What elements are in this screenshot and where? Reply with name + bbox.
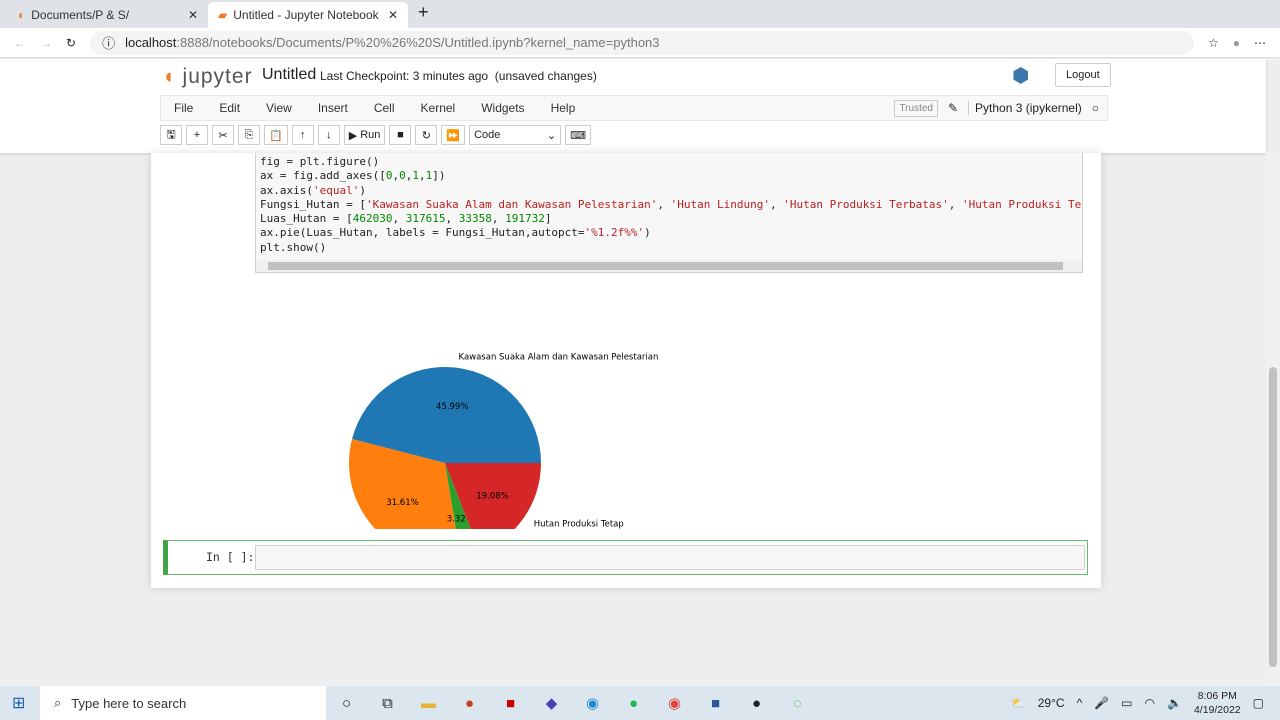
menu-cell[interactable]: Cell bbox=[361, 101, 408, 115]
command-palette-button[interactable]: ⌨ bbox=[565, 125, 591, 145]
trusted-badge[interactable]: Trusted bbox=[894, 99, 938, 117]
weather-icon[interactable]: ⛅ bbox=[1011, 696, 1026, 710]
pie-pct-label: 31.61% bbox=[386, 498, 418, 508]
volume-icon[interactable]: 🔈 bbox=[1167, 696, 1182, 710]
loading-app-icon[interactable]: ◌ bbox=[777, 695, 818, 712]
pie-category-label: Kawasan Suaka Alam dan Kawasan Pelestari… bbox=[459, 352, 659, 362]
menu-view[interactable]: View bbox=[253, 101, 305, 115]
file-explorer-icon[interactable]: ▬ bbox=[408, 695, 449, 712]
notebook-page: ◖ jupyter Untitled Last Checkpoint: 3 mi… bbox=[0, 59, 1266, 686]
notifications-icon[interactable]: ▢ bbox=[1253, 696, 1264, 710]
wifi-icon[interactable]: ◠ bbox=[1145, 696, 1155, 710]
chevron-down-icon: ⌄ bbox=[546, 129, 557, 142]
page-scrollbar[interactable] bbox=[1266, 152, 1280, 686]
scrollbar-thumb[interactable] bbox=[268, 262, 1063, 270]
reload-icon[interactable]: ↻ bbox=[66, 36, 76, 50]
menu-insert[interactable]: Insert bbox=[305, 101, 361, 115]
notebook-title[interactable]: Untitled bbox=[262, 66, 316, 84]
screen-recorder-icon[interactable]: ■ bbox=[490, 695, 531, 712]
forward-icon[interactable]: → bbox=[40, 36, 52, 50]
microphone-icon[interactable]: 🎤 bbox=[1094, 696, 1109, 710]
menu-widgets[interactable]: Widgets bbox=[468, 101, 537, 115]
menu-kernel[interactable]: Kernel bbox=[408, 101, 469, 115]
info-icon: ⓘ bbox=[102, 36, 116, 51]
powerpoint-icon[interactable]: ● bbox=[449, 695, 490, 712]
temperature[interactable]: 29°C bbox=[1038, 696, 1065, 710]
checkpoint-status: Last Checkpoint: 3 minutes ago (unsaved … bbox=[320, 69, 597, 83]
cell-prompt: In [ ]: bbox=[206, 550, 255, 564]
cell-input[interactable] bbox=[255, 545, 1085, 570]
pie-pct-label: 45.99% bbox=[436, 402, 468, 412]
move-down-button[interactable]: ↓ bbox=[317, 125, 340, 145]
address-bar-row: ← → ↻ ⓘ localhost:8888/notebooks/Document… bbox=[0, 28, 1280, 58]
browser-tab[interactable]: ◐ Documents/P & S/✕ bbox=[8, 2, 208, 28]
task-view-icon[interactable]: ⧉ bbox=[367, 695, 408, 712]
chrome-icon[interactable]: ◉ bbox=[654, 694, 695, 712]
restart-run-all-button[interactable]: ⏩ bbox=[441, 125, 466, 145]
chevron-up-icon[interactable]: ^ bbox=[1077, 696, 1083, 710]
clock[interactable]: 8:06 PM 4/19/2022 bbox=[1194, 689, 1241, 717]
kernel-name: Python 3 (ipykernel) bbox=[968, 101, 1082, 115]
more-icon[interactable]: ⋯ bbox=[1254, 36, 1266, 50]
empty-code-cell[interactable]: In [ ]: bbox=[163, 540, 1088, 575]
pie-pct-label: 19.08% bbox=[476, 491, 508, 501]
app-icon[interactable]: ◆ bbox=[531, 694, 572, 712]
menu-help[interactable]: Help bbox=[538, 101, 589, 115]
browser-tab-active[interactable]: ▰ Untitled - Jupyter Notebook ✕ bbox=[208, 2, 408, 28]
taskbar-search[interactable]: ⌕ Type here to search bbox=[40, 686, 326, 720]
notebook-container: fig = plt.figure() ax = fig.add_axes([0,0… bbox=[151, 153, 1101, 588]
page-scrollbar-thumb[interactable] bbox=[1269, 367, 1277, 667]
insert-cell-button[interactable]: + bbox=[186, 125, 208, 145]
paste-button[interactable]: 📋 bbox=[264, 125, 288, 145]
cell-type-select[interactable]: Code ⌄ bbox=[469, 125, 562, 145]
obs-icon[interactable]: ● bbox=[736, 695, 777, 712]
back-icon[interactable]: ← bbox=[14, 36, 26, 50]
tab-favicon-icon: ◐ bbox=[18, 8, 26, 22]
search-icon: ⌕ bbox=[54, 695, 62, 710]
move-up-button[interactable]: ↑ bbox=[291, 125, 314, 145]
profile-icon[interactable]: ● bbox=[1233, 36, 1240, 50]
cortana-icon[interactable]: ○ bbox=[326, 695, 367, 712]
save-button[interactable]: 🖫 bbox=[160, 125, 182, 145]
tab-favicon-icon: ▰ bbox=[218, 8, 228, 22]
code-cell-input[interactable]: fig = plt.figure() ax = fig.add_axes([0,0… bbox=[255, 153, 1083, 273]
restart-button[interactable]: ↻ bbox=[415, 125, 438, 145]
copy-button[interactable]: ⎘ bbox=[238, 125, 260, 145]
menu-edit[interactable]: Edit bbox=[206, 101, 253, 115]
url-input[interactable]: ⓘ localhost:8888/notebooks/Documents/P%20… bbox=[90, 30, 1194, 55]
logout-button[interactable]: Logout bbox=[1055, 63, 1111, 87]
spotify-icon[interactable]: ● bbox=[613, 695, 654, 712]
notebook-toolbar: 🖫 + ✂ ⎘ 📋 ↑ ↓ ▶ Run ■ ↻ ⏩ Code ⌄ ⌨ bbox=[160, 125, 591, 145]
battery-icon[interactable]: ▭ bbox=[1121, 696, 1132, 710]
run-button[interactable]: ▶ Run bbox=[343, 125, 386, 145]
windows-start-icon[interactable]: ⊞ bbox=[12, 693, 25, 713]
horizontal-scrollbar[interactable] bbox=[256, 260, 1082, 272]
stop-button[interactable]: ■ bbox=[389, 125, 412, 145]
edge-icon[interactable]: ◉ bbox=[572, 694, 613, 712]
jupyter-logo[interactable]: ◖ jupyter bbox=[162, 65, 253, 89]
menu-bar: File Edit View Insert Cell Kernel Widget… bbox=[160, 95, 1108, 121]
taskbar: ⊞ ⌕ Type here to search ○ ⧉ ▬ ● ■ ◆ ◉ ● ◉… bbox=[0, 686, 1280, 720]
favorites-icon[interactable]: ☆ bbox=[1208, 36, 1219, 50]
new-tab-icon[interactable]: + bbox=[408, 2, 439, 28]
python-logo-icon: ⬢ bbox=[1012, 65, 1030, 87]
pie-category-label: Hutan Produksi Tetap bbox=[534, 520, 624, 529]
close-tab-icon[interactable]: ✕ bbox=[188, 8, 198, 22]
edit-pencil-icon[interactable]: ✎ bbox=[948, 101, 958, 115]
browser-tab-bar: ◐ Documents/P & S/✕ ▰ Untitled - Jupyter N… bbox=[0, 0, 1280, 28]
cut-button[interactable]: ✂ bbox=[212, 125, 234, 145]
pie-chart: 45.99% Kawasan Suaka Alam dan Kawasan Pel… bbox=[349, 352, 659, 529]
close-tab-icon[interactable]: ✕ bbox=[388, 8, 398, 22]
notebook-header: ◖ jupyter Untitled Last Checkpoint: 3 mi… bbox=[0, 59, 1266, 153]
menu-file[interactable]: File bbox=[161, 101, 206, 115]
system-tray: ⛅ 29°C ^ 🎤 ▭ ◠ 🔈 8:06 PM 4/19/2022 ▢ bbox=[1011, 689, 1280, 717]
word-icon[interactable]: ■ bbox=[695, 695, 736, 712]
kernel-status-icon: ○ bbox=[1091, 101, 1099, 115]
